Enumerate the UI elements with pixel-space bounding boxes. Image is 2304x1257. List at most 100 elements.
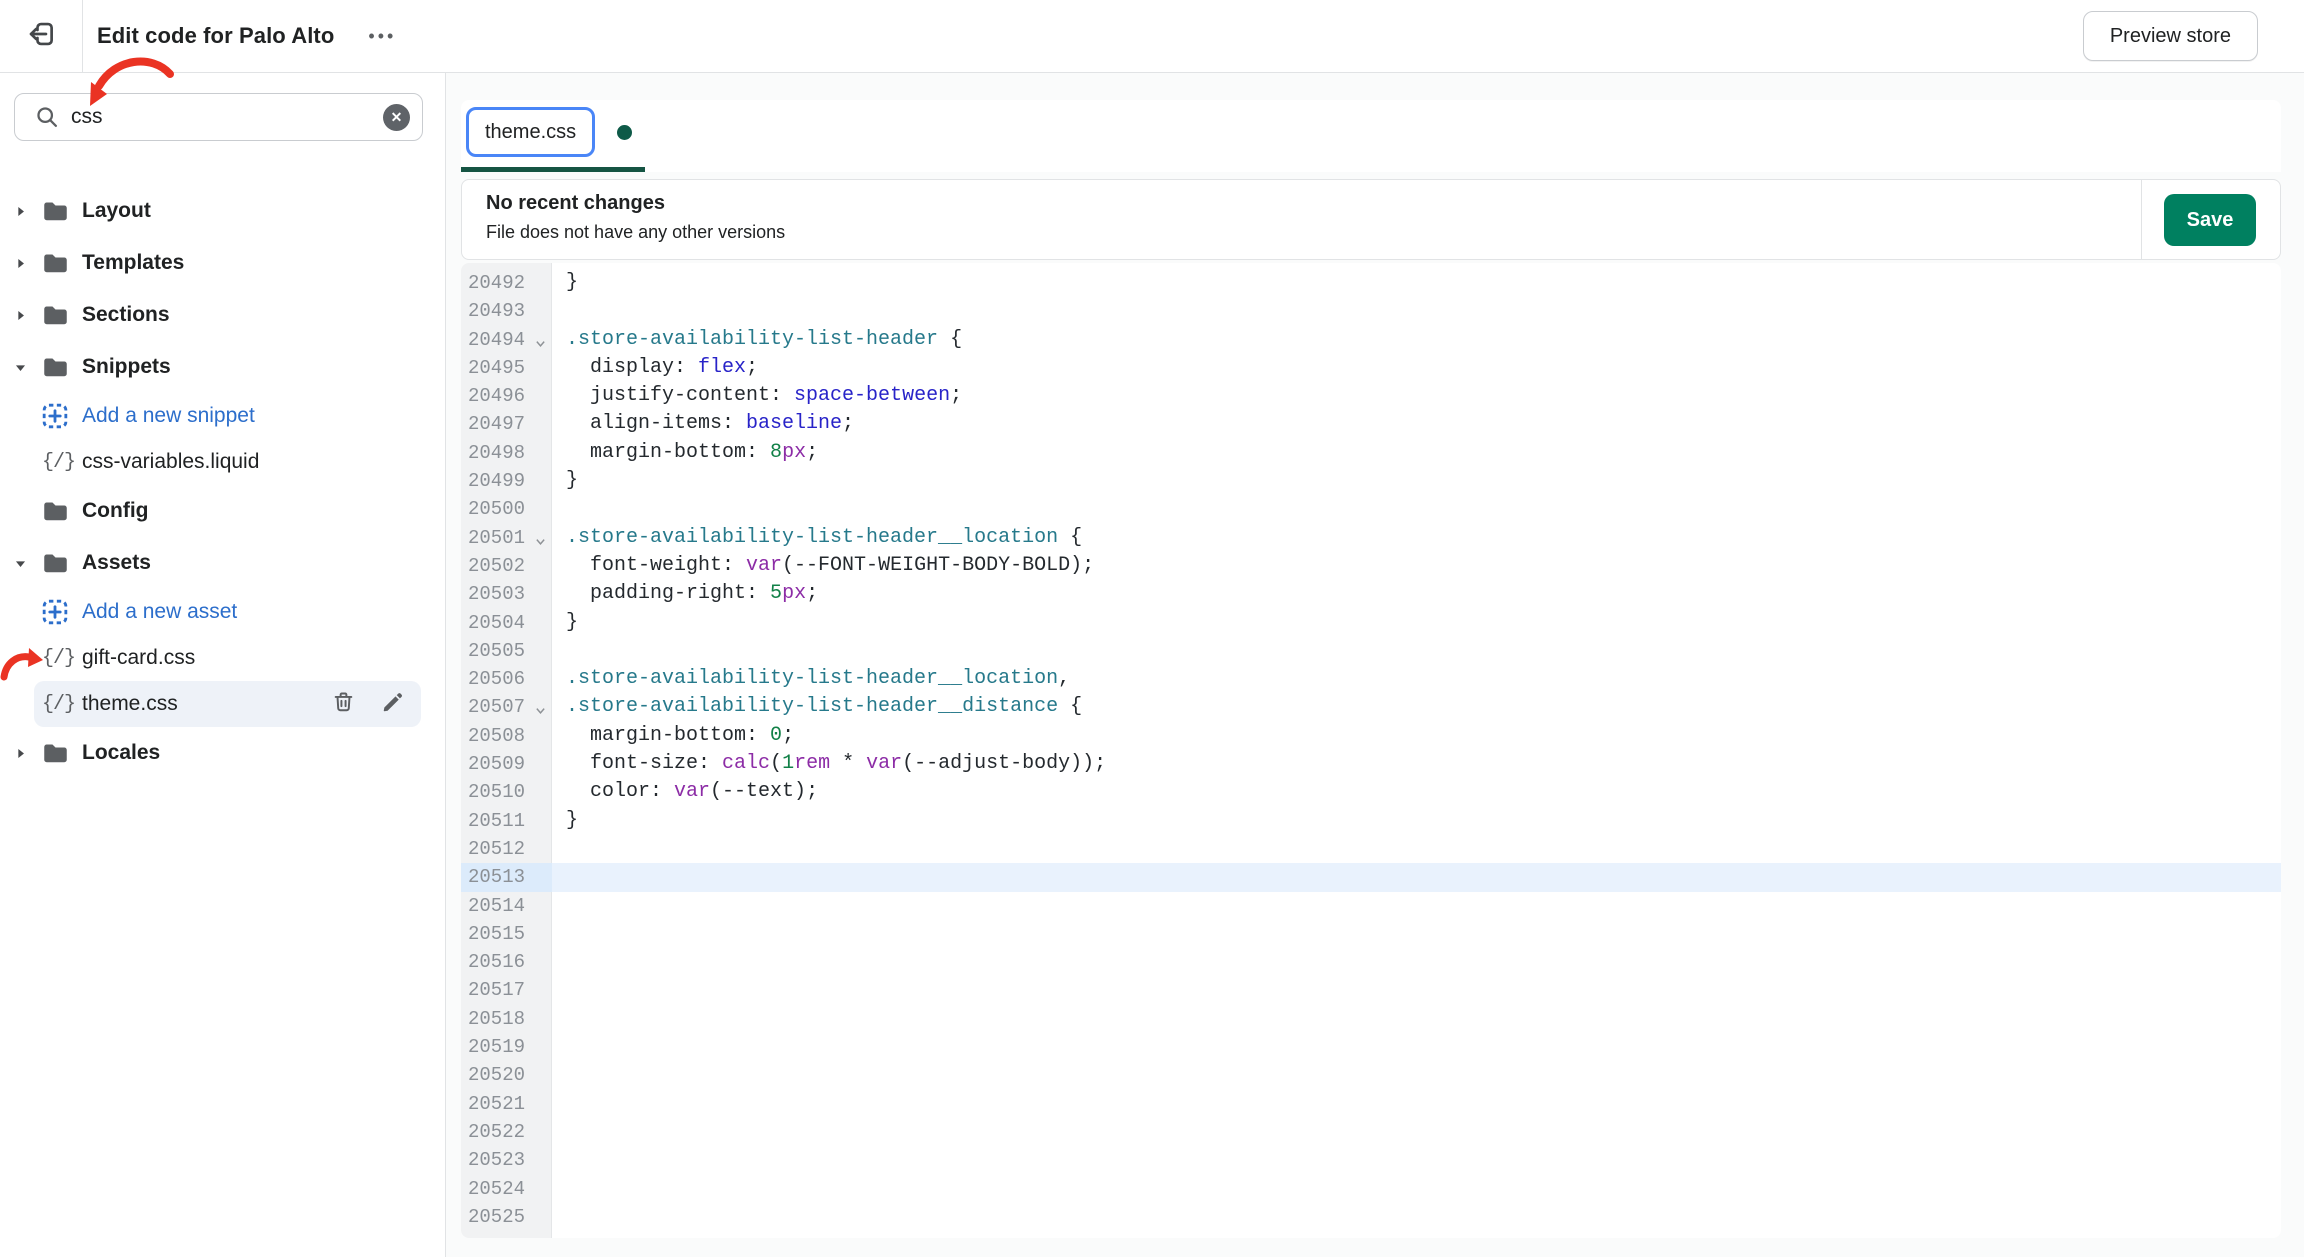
code-line: 20494.store-availability-list-header {: [461, 326, 2281, 354]
code-line-content[interactable]: font-size: calc(1rem * var(--adjust-body…: [552, 750, 2281, 778]
sidebar-item-snippets[interactable]: Snippets: [0, 341, 445, 393]
code-line: 20497 align-items: baseline;: [461, 410, 2281, 438]
code-line-content[interactable]: [552, 637, 2281, 665]
code-line: 20505: [461, 637, 2281, 665]
sidebar-item-css-variables-liquid[interactable]: {/}css-variables.liquid: [0, 439, 445, 485]
active-tab-indicator: [461, 167, 645, 172]
code-line-content[interactable]: [552, 1005, 2281, 1033]
code-line-content[interactable]: [552, 976, 2281, 1004]
sidebar-item-assets[interactable]: Assets: [0, 537, 445, 589]
code-line-content[interactable]: }: [552, 467, 2281, 495]
code-line-content[interactable]: margin-bottom: 8px;: [552, 439, 2281, 467]
sidebar-item-gift-card-css[interactable]: {/}gift-card.css: [0, 635, 445, 681]
line-number: 20503: [461, 580, 552, 608]
sidebar-item-add-a-new-snippet[interactable]: Add a new snippet: [0, 393, 445, 439]
sidebar-item-label: gift-card.css: [82, 646, 195, 670]
code-line-content[interactable]: [552, 1146, 2281, 1174]
sidebar-item-layout[interactable]: Layout: [0, 185, 445, 237]
code-line-content[interactable]: display: flex;: [552, 354, 2281, 382]
code-line-content[interactable]: [552, 1175, 2281, 1203]
chevron-right-icon[interactable]: [14, 747, 42, 760]
editor-tab-bar: theme.css: [461, 100, 2281, 172]
chevron-down-icon[interactable]: [14, 361, 42, 374]
code-line-content[interactable]: [552, 920, 2281, 948]
sidebar-item-label: Templates: [82, 251, 184, 275]
code-line-content[interactable]: color: var(--text);: [552, 778, 2281, 806]
folder-icon: [42, 252, 82, 275]
sidebar-item-add-a-new-asset[interactable]: Add a new asset: [0, 589, 445, 635]
line-number: 20492: [461, 269, 552, 297]
chevron-right-icon[interactable]: [14, 205, 42, 218]
sidebar-item-templates[interactable]: Templates: [0, 237, 445, 289]
line-number: 20500: [461, 495, 552, 523]
code-line: 20503 padding-right: 5px;: [461, 580, 2281, 608]
trash-icon[interactable]: [332, 690, 355, 719]
folder-icon: [42, 742, 82, 765]
code-line-content[interactable]: }: [552, 609, 2281, 637]
code-line-content[interactable]: [552, 1118, 2281, 1146]
line-number: 20518: [461, 1005, 552, 1033]
code-line-content[interactable]: }: [552, 269, 2281, 297]
code-line-content[interactable]: [552, 1203, 2281, 1231]
code-line-content[interactable]: padding-right: 5px;: [552, 580, 2281, 608]
sidebar-item-config[interactable]: Config: [0, 485, 445, 537]
code-editor[interactable]: 20492}2049320494.store-availability-list…: [461, 263, 2281, 1238]
code-line-content[interactable]: [552, 1033, 2281, 1061]
line-number: 20525: [461, 1203, 552, 1231]
code-line-content[interactable]: .store-availability-list-header__locatio…: [552, 665, 2281, 693]
code-line: 20523: [461, 1146, 2281, 1174]
code-line-content[interactable]: [552, 948, 2281, 976]
code-line-content[interactable]: }: [552, 807, 2281, 835]
more-actions-button[interactable]: •••: [362, 22, 402, 51]
code-line: 20514: [461, 892, 2281, 920]
code-line: 20512: [461, 835, 2281, 863]
code-line: 20524: [461, 1175, 2281, 1203]
code-line-content[interactable]: .store-availability-list-header__distanc…: [552, 693, 2281, 721]
exit-column: [0, 0, 83, 72]
sidebar-item-locales[interactable]: Locales: [0, 727, 445, 779]
code-line-content[interactable]: margin-bottom: 0;: [552, 722, 2281, 750]
sidebar-item-label: Layout: [82, 199, 151, 223]
exit-button[interactable]: [19, 14, 63, 58]
search-input[interactable]: [69, 104, 383, 130]
top-bar: Edit code for Palo Alto ••• Preview stor…: [0, 0, 2304, 73]
save-button[interactable]: Save: [2164, 194, 2256, 246]
sidebar-item-theme-css[interactable]: {/}theme.css: [34, 681, 421, 727]
code-line: 20516: [461, 948, 2281, 976]
chevron-right-icon[interactable]: [14, 309, 42, 322]
code-line-content[interactable]: .store-availability-list-header__locatio…: [552, 524, 2281, 552]
chevron-right-icon[interactable]: [14, 257, 42, 270]
code-line: 20493: [461, 297, 2281, 325]
sidebar-item-sections[interactable]: Sections: [0, 289, 445, 341]
clear-search-icon[interactable]: ✕: [383, 104, 410, 131]
code-line-content[interactable]: [552, 495, 2281, 523]
code-line-content[interactable]: [552, 835, 2281, 863]
sidebar-item-label: Add a new snippet: [82, 404, 255, 428]
preview-store-button[interactable]: Preview store: [2083, 11, 2258, 61]
code-line: 20520: [461, 1061, 2281, 1089]
code-line-content[interactable]: align-items: baseline;: [552, 410, 2281, 438]
chevron-down-icon[interactable]: [14, 557, 42, 570]
line-number: 20507: [461, 693, 552, 721]
file-search-box[interactable]: ✕: [14, 93, 423, 141]
tab-theme-css[interactable]: theme.css: [466, 107, 595, 157]
code-line-content[interactable]: [552, 892, 2281, 920]
line-number: 20498: [461, 439, 552, 467]
code-line-content[interactable]: font-weight: var(--FONT-WEIGHT-BODY-BOLD…: [552, 552, 2281, 580]
code-line: 20495 display: flex;: [461, 354, 2281, 382]
code-line-content[interactable]: .store-availability-list-header {: [552, 326, 2281, 354]
code-line: 20500: [461, 495, 2281, 523]
line-number: 20512: [461, 835, 552, 863]
code-line-content[interactable]: [552, 863, 2281, 891]
code-line: 20510 color: var(--text);: [461, 778, 2281, 806]
code-line-content[interactable]: justify-content: space-between;: [552, 382, 2281, 410]
sidebar-item-label: css-variables.liquid: [82, 450, 259, 474]
line-number: 20497: [461, 410, 552, 438]
sidebar-item-label: Config: [82, 499, 148, 523]
code-line-content[interactable]: [552, 1090, 2281, 1118]
code-line-content[interactable]: [552, 1061, 2281, 1089]
code-line: 20498 margin-bottom: 8px;: [461, 439, 2281, 467]
edit-icon[interactable]: [381, 690, 405, 719]
code-line-content[interactable]: [552, 297, 2281, 325]
line-number: 20510: [461, 778, 552, 806]
